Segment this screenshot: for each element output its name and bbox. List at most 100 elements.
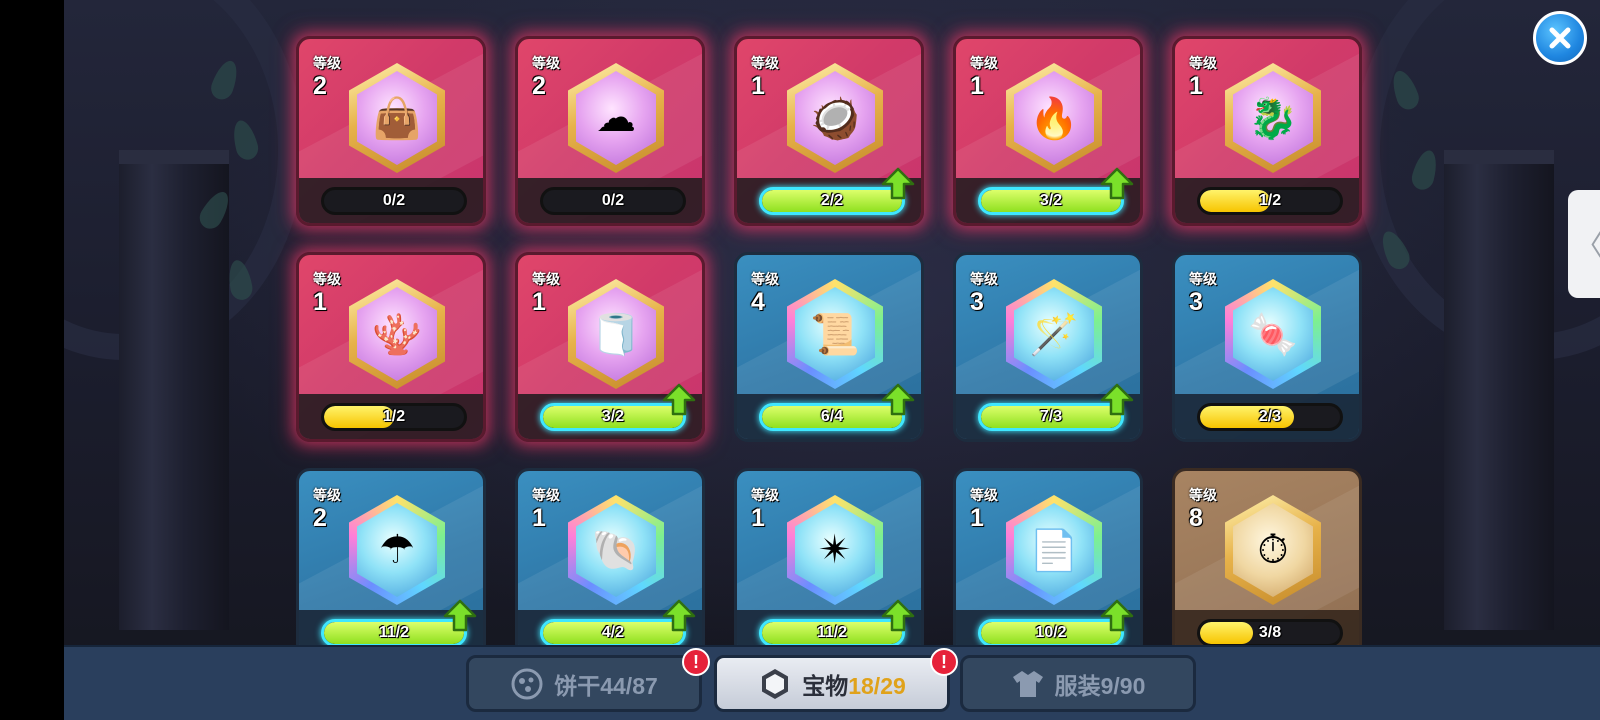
treasure-badge: 🐉 <box>1225 63 1321 173</box>
upgrade-arrow-icon <box>881 167 915 201</box>
treasure-badge: 🪄 <box>1006 279 1102 389</box>
treasure-card[interactable]: 等级 1 🧻 3/2 <box>515 252 705 442</box>
level-label: 等级 <box>313 487 341 503</box>
alert-badge: ! <box>930 648 958 676</box>
progress-text: 3/8 <box>1258 624 1282 641</box>
treasure-badge: ✴ <box>787 495 883 605</box>
level-label: 等级 <box>751 487 779 503</box>
treasure-card[interactable]: 等级 1 📄 10/2 <box>953 468 1143 658</box>
close-button[interactable] <box>1533 11 1587 65</box>
treasure-card[interactable]: 等级 3 🪄 7/3 <box>953 252 1143 442</box>
upgrade-arrow-icon <box>1100 383 1134 417</box>
upgrade-arrow-icon <box>1100 167 1134 201</box>
treasure-card[interactable]: 等级 2 ☂ 11/2 <box>296 468 486 658</box>
tab-treasure[interactable]: 宝物18/29 <box>714 655 950 712</box>
tab-cookie[interactable]: 饼干44/87 <box>466 655 702 712</box>
level-label: 等级 <box>970 55 998 71</box>
magic-staff-icon: 🪄 <box>1029 311 1079 358</box>
progress-text: 0/2 <box>382 192 406 209</box>
treasure-badge: 🔥 <box>1006 63 1102 173</box>
cookie-icon <box>510 667 544 701</box>
upgrade-arrow-icon <box>662 383 696 417</box>
upgrade-arrow-icon <box>1100 599 1134 633</box>
progress-bar: 0/2 <box>321 187 467 215</box>
treasure-card[interactable]: 等级 2 👜 0/2 <box>296 36 486 226</box>
progress-bar: 0/2 <box>540 187 686 215</box>
background-pillar <box>1444 150 1554 630</box>
level-number: 3 <box>1189 288 1203 316</box>
treasure-icon <box>758 667 792 701</box>
treasure-card[interactable]: 等级 8 ⏱ 3/8 <box>1172 468 1362 658</box>
umbrella-bone-icon: ☂ <box>379 527 415 573</box>
chevron-left-icon: 〈 <box>1575 224 1600 264</box>
candy-icon: 🍬 <box>1248 311 1298 358</box>
progress-text: 0/2 <box>601 192 625 209</box>
level-label: 等级 <box>970 271 998 287</box>
progress-bar: 1/2 <box>1197 187 1343 215</box>
level-number: 1 <box>751 504 765 532</box>
bandage-mummy-icon: 🧻 <box>591 311 641 358</box>
upgrade-arrow-icon <box>881 599 915 633</box>
level-label: 等级 <box>970 487 998 503</box>
treasure-badge: 🥥 <box>787 63 883 173</box>
level-number: 1 <box>970 72 984 100</box>
progress-bar: 1/2 <box>321 403 467 431</box>
treasure-badge: 🧻 <box>568 279 664 389</box>
scroll-icon: 📜 <box>810 311 860 358</box>
upgrade-arrow-icon <box>443 599 477 633</box>
stopwatch-icon: ⏱ <box>1257 527 1289 573</box>
treasure-card[interactable]: 等级 1 🪸 1/2 <box>296 252 486 442</box>
treasure-badge: 🍬 <box>1225 279 1321 389</box>
poison-bag-icon: 🥥 <box>810 95 860 142</box>
treasure-card[interactable]: 等级 2 ☁ 0/2 <box>515 36 705 226</box>
level-number: 2 <box>532 72 546 100</box>
level-label: 等级 <box>313 271 341 287</box>
tab-count: 18/29 <box>848 672 906 699</box>
tab-count: 9/90 <box>1100 672 1146 699</box>
treasure-card[interactable]: 等级 1 🐚 4/2 <box>515 468 705 658</box>
treasure-card[interactable]: 等级 1 🥥 2/2 <box>734 36 924 226</box>
level-label: 等级 <box>1189 271 1217 287</box>
level-label: 等级 <box>532 487 560 503</box>
cursed-paper-icon: 📄 <box>1029 527 1079 574</box>
level-label: 等级 <box>1189 55 1217 71</box>
treasure-badge: 🪸 <box>349 279 445 389</box>
level-label: 等级 <box>313 55 341 71</box>
tab-label: 宝物 <box>802 672 849 699</box>
side-drawer-handle[interactable]: 〈 <box>1568 190 1600 298</box>
tab-count: 44/87 <box>600 672 658 699</box>
level-number: 1 <box>532 288 546 316</box>
treasure-badge: ☁ <box>568 63 664 173</box>
costume-icon <box>1011 667 1045 701</box>
treasure-badge: ⏱ <box>1225 495 1321 605</box>
upgrade-arrow-icon <box>881 383 915 417</box>
progress-bar: 2/3 <box>1197 403 1343 431</box>
treasure-badge: 📜 <box>787 279 883 389</box>
alert-badge: ! <box>682 648 710 676</box>
level-label: 等级 <box>751 55 779 71</box>
level-number: 1 <box>751 72 765 100</box>
progress-bar: 3/8 <box>1197 619 1343 647</box>
treasure-badge: 🐚 <box>568 495 664 605</box>
treasure-card[interactable]: 等级 1 ✴ 11/2 <box>734 468 924 658</box>
tab-costume[interactable]: 服装9/90 <box>960 655 1196 712</box>
sea-dragon-icon: 🐉 <box>1248 95 1298 142</box>
treasure-badge: 📄 <box>1006 495 1102 605</box>
dark-crystal-icon: ✴ <box>818 527 852 573</box>
treasure-card[interactable]: 等级 4 📜 6/4 <box>734 252 924 442</box>
close-icon <box>1549 27 1571 49</box>
progress-text: 1/2 <box>1258 192 1282 209</box>
progress-text: 1/2 <box>382 408 406 425</box>
treasure-card[interactable]: 等级 1 🔥 3/2 <box>953 36 1143 226</box>
treasure-card[interactable]: 等级 1 🐉 1/2 <box>1172 36 1362 226</box>
treasure-badge: 👜 <box>349 63 445 173</box>
tab-label: 饼干 <box>554 672 601 699</box>
level-number: 4 <box>751 288 765 316</box>
level-number: 1 <box>970 504 984 532</box>
level-label: 等级 <box>532 271 560 287</box>
treasure-card[interactable]: 等级 3 🍬 2/3 <box>1172 252 1362 442</box>
level-number: 8 <box>1189 504 1203 532</box>
level-label: 等级 <box>1189 487 1217 503</box>
fire-crown-icon: 🔥 <box>1029 95 1079 142</box>
level-number: 3 <box>970 288 984 316</box>
